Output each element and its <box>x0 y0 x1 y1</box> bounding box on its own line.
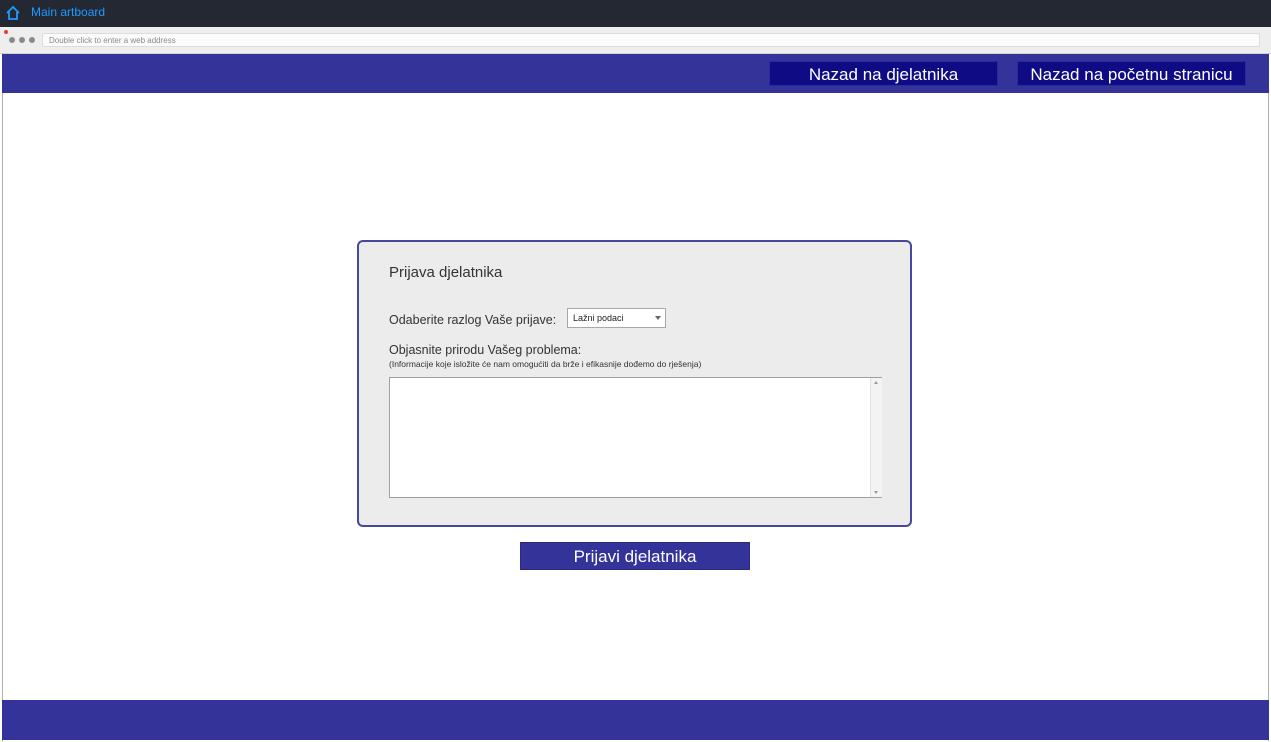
reason-select[interactable]: Lažni podaci <box>567 308 666 328</box>
page-footer <box>2 700 1269 740</box>
dot-icon[interactable] <box>19 37 25 43</box>
dot-icon[interactable] <box>9 37 15 43</box>
reason-label: Odaberite razlog Vaše prijave: <box>389 313 557 327</box>
dot-icon[interactable] <box>29 37 35 43</box>
report-form-panel: Prijava djelatnika Odaberite razlog Vaše… <box>357 240 912 527</box>
back-to-home-button[interactable]: Nazad na početnu stranicu <box>1017 61 1246 86</box>
scroll-up-icon[interactable] <box>874 381 878 384</box>
report-employee-button[interactable]: Prijavi djelatnika <box>520 542 750 570</box>
textarea-scrollbar[interactable] <box>870 378 882 497</box>
window-controls <box>9 37 35 43</box>
problem-textarea[interactable] <box>389 377 882 498</box>
explain-label: Objasnite prirodu Vašeg problema: <box>389 343 582 357</box>
reason-select-value: Lažni podaci <box>573 313 624 323</box>
scroll-down-icon[interactable] <box>874 491 878 494</box>
close-dot-icon[interactable] <box>4 30 8 34</box>
address-bar[interactable]: Double click to enter a web address <box>42 33 1260 47</box>
chevron-down-icon <box>655 316 661 320</box>
artboard-title[interactable]: Main artboard <box>31 5 105 19</box>
home-icon[interactable] <box>5 5 21 21</box>
form-title: Prijava djelatnika <box>389 264 503 281</box>
app-topbar: Main artboard <box>0 0 1271 27</box>
back-to-employee-button[interactable]: Nazad na djelatnika <box>769 61 998 86</box>
browser-toolbar: Double click to enter a web address <box>0 27 1271 54</box>
page-header: Nazad na djelatnika Nazad na početnu str… <box>2 54 1269 93</box>
explain-hint: (Informacije koje isložite će nam omoguć… <box>389 359 702 369</box>
